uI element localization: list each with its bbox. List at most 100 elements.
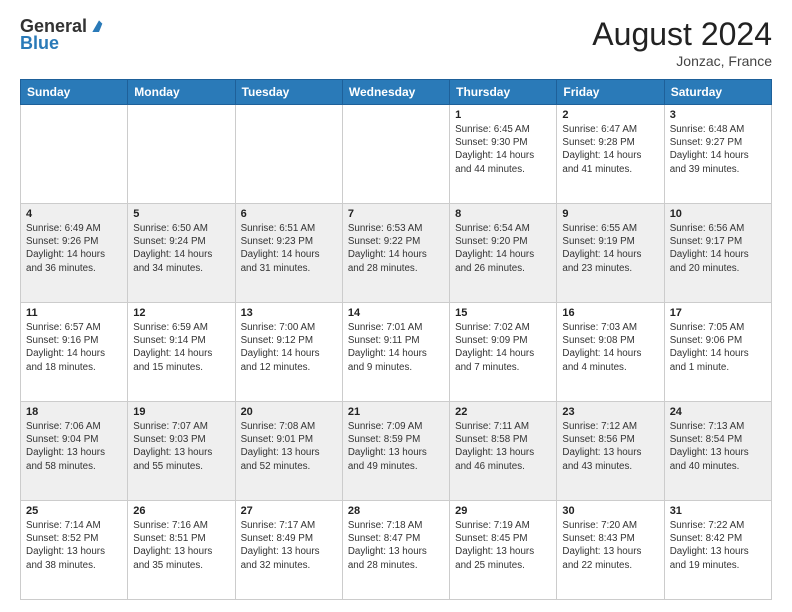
logo-icon: [89, 17, 109, 37]
day-info: Sunrise: 7:17 AM Sunset: 8:49 PM Dayligh…: [241, 519, 337, 572]
calendar-cell-5-2: 26Sunrise: 7:16 AM Sunset: 8:51 PM Dayli…: [128, 501, 235, 600]
day-info: Sunrise: 7:19 AM Sunset: 8:45 PM Dayligh…: [455, 519, 551, 572]
day-number: 16: [562, 307, 658, 319]
day-info: Sunrise: 6:48 AM Sunset: 9:27 PM Dayligh…: [670, 123, 766, 176]
day-number: 25: [26, 505, 122, 517]
calendar-header-friday: Friday: [557, 80, 664, 105]
day-info: Sunrise: 6:49 AM Sunset: 9:26 PM Dayligh…: [26, 222, 122, 275]
day-info: Sunrise: 7:06 AM Sunset: 9:04 PM Dayligh…: [26, 420, 122, 473]
day-number: 17: [670, 307, 766, 319]
calendar-cell-5-6: 30 Sunrise: 7:20 AM Sunset: 8:43 PM Dayli…: [557, 501, 664, 600]
calendar-cell-4-7: 24Sunrise: 7:13 AM Sunset: 8:54 PM Dayli…: [664, 402, 771, 501]
day-info: Sunrise: 6:50 AM Sunset: 9:24 PM Dayligh…: [133, 222, 229, 275]
calendar-week-1: 1Sunrise: 6:45 AM Sunset: 9:30 PM Daylig…: [21, 105, 772, 204]
day-number: 31: [670, 505, 766, 517]
calendar-header-wednesday: Wednesday: [342, 80, 449, 105]
day-info: Sunrise: 7:09 AM Sunset: 8:59 PM Dayligh…: [348, 420, 444, 473]
header: General Blue August 2024 Jonzac, France: [20, 16, 772, 69]
calendar-cell-3-5: 15 Sunrise: 7:02 AM Sunset: 9:09 PM Dayli…: [450, 303, 557, 402]
day-number: 22: [455, 406, 551, 418]
day-number: 12: [133, 307, 229, 319]
day-number: 28: [348, 505, 444, 517]
day-info: Sunrise: 6:55 AM Sunset: 9:19 PM Dayligh…: [562, 222, 658, 275]
calendar-cell-1-5: 1Sunrise: 6:45 AM Sunset: 9:30 PM Daylig…: [450, 105, 557, 204]
day-number: 6: [241, 208, 337, 220]
day-info: Sunrise: 6:53 AM Sunset: 9:22 PM Dayligh…: [348, 222, 444, 275]
calendar-cell-5-7: 31 Sunrise: 7:22 AM Sunset: 8:42 PM Dayli…: [664, 501, 771, 600]
calendar-week-3: 11 Sunrise: 6:57 AM Sunset: 9:16 PM Dayli…: [21, 303, 772, 402]
calendar-table: SundayMondayTuesdayWednesdayThursdayFrid…: [20, 79, 772, 600]
page: General Blue August 2024 Jonzac, France …: [0, 0, 792, 612]
day-info: Sunrise: 7:03 AM Sunset: 9:08 PM Dayligh…: [562, 321, 658, 374]
day-info: Sunrise: 7:08 AM Sunset: 9:01 PM Dayligh…: [241, 420, 337, 473]
day-number: 2: [562, 109, 658, 121]
day-info: Sunrise: 6:57 AM Sunset: 9:16 PM Dayligh…: [26, 321, 122, 374]
day-info: Sunrise: 6:54 AM Sunset: 9:20 PM Dayligh…: [455, 222, 551, 275]
calendar-cell-3-6: 16 Sunrise: 7:03 AM Sunset: 9:08 PM Dayli…: [557, 303, 664, 402]
calendar-cell-2-4: 7 Sunrise: 6:53 AM Sunset: 9:22 PM Daylig…: [342, 204, 449, 303]
calendar-cell-2-7: 10 Sunrise: 6:56 AM Sunset: 9:17 PM Dayli…: [664, 204, 771, 303]
day-number: 30: [562, 505, 658, 517]
day-number: 14: [348, 307, 444, 319]
day-number: 29: [455, 505, 551, 517]
day-number: 15: [455, 307, 551, 319]
calendar-cell-3-4: 14 Sunrise: 7:01 AM Sunset: 9:11 PM Dayli…: [342, 303, 449, 402]
day-number: 7: [348, 208, 444, 220]
calendar-cell-3-2: 12Sunrise: 6:59 AM Sunset: 9:14 PM Dayli…: [128, 303, 235, 402]
calendar-cell-1-2: [128, 105, 235, 204]
calendar-cell-2-1: 4 Sunrise: 6:49 AM Sunset: 9:26 PM Daylig…: [21, 204, 128, 303]
calendar-week-5: 25 Sunrise: 7:14 AM Sunset: 8:52 PM Dayli…: [21, 501, 772, 600]
day-info: Sunrise: 6:47 AM Sunset: 9:28 PM Dayligh…: [562, 123, 658, 176]
day-number: 11: [26, 307, 122, 319]
calendar-cell-1-4: [342, 105, 449, 204]
logo: General Blue: [20, 16, 109, 54]
day-number: 19: [133, 406, 229, 418]
calendar-cell-1-3: [235, 105, 342, 204]
calendar-cell-1-6: 2 Sunrise: 6:47 AM Sunset: 9:28 PM Daylig…: [557, 105, 664, 204]
day-info: Sunrise: 7:02 AM Sunset: 9:09 PM Dayligh…: [455, 321, 551, 374]
day-info: Sunrise: 7:07 AM Sunset: 9:03 PM Dayligh…: [133, 420, 229, 473]
calendar-week-4: 18 Sunrise: 7:06 AM Sunset: 9:04 PM Dayli…: [21, 402, 772, 501]
day-number: 23: [562, 406, 658, 418]
calendar-header-row: SundayMondayTuesdayWednesdayThursdayFrid…: [21, 80, 772, 105]
title-block: August 2024 Jonzac, France: [592, 16, 772, 69]
calendar-header-monday: Monday: [128, 80, 235, 105]
calendar-week-2: 4 Sunrise: 6:49 AM Sunset: 9:26 PM Daylig…: [21, 204, 772, 303]
calendar-cell-4-2: 19 Sunrise: 7:07 AM Sunset: 9:03 PM Dayli…: [128, 402, 235, 501]
calendar-header-sunday: Sunday: [21, 80, 128, 105]
day-info: Sunrise: 6:45 AM Sunset: 9:30 PM Dayligh…: [455, 123, 551, 176]
calendar-cell-5-5: 29 Sunrise: 7:19 AM Sunset: 8:45 PM Dayli…: [450, 501, 557, 600]
calendar-header-saturday: Saturday: [664, 80, 771, 105]
calendar-cell-2-5: 8 Sunrise: 6:54 AM Sunset: 9:20 PM Daylig…: [450, 204, 557, 303]
day-info: Sunrise: 7:12 AM Sunset: 8:56 PM Dayligh…: [562, 420, 658, 473]
day-info: Sunrise: 7:01 AM Sunset: 9:11 PM Dayligh…: [348, 321, 444, 374]
day-info: Sunrise: 7:22 AM Sunset: 8:42 PM Dayligh…: [670, 519, 766, 572]
calendar-cell-3-3: 13Sunrise: 7:00 AM Sunset: 9:12 PM Dayli…: [235, 303, 342, 402]
day-info: Sunrise: 7:00 AM Sunset: 9:12 PM Dayligh…: [241, 321, 337, 374]
day-number: 3: [670, 109, 766, 121]
calendar-cell-5-4: 28Sunrise: 7:18 AM Sunset: 8:47 PM Dayli…: [342, 501, 449, 600]
day-info: Sunrise: 7:13 AM Sunset: 8:54 PM Dayligh…: [670, 420, 766, 473]
day-number: 9: [562, 208, 658, 220]
day-number: 4: [26, 208, 122, 220]
calendar-cell-2-6: 9 Sunrise: 6:55 AM Sunset: 9:19 PM Daylig…: [557, 204, 664, 303]
logo-blue: Blue: [20, 33, 59, 54]
calendar-cell-4-1: 18 Sunrise: 7:06 AM Sunset: 9:04 PM Dayli…: [21, 402, 128, 501]
month-title: August 2024: [592, 16, 772, 53]
day-info: Sunrise: 7:20 AM Sunset: 8:43 PM Dayligh…: [562, 519, 658, 572]
calendar-cell-1-1: [21, 105, 128, 204]
calendar-cell-5-3: 27 Sunrise: 7:17 AM Sunset: 8:49 PM Dayli…: [235, 501, 342, 600]
day-number: 10: [670, 208, 766, 220]
calendar-header-tuesday: Tuesday: [235, 80, 342, 105]
calendar-cell-4-5: 22Sunrise: 7:11 AM Sunset: 8:58 PM Dayli…: [450, 402, 557, 501]
day-number: 26: [133, 505, 229, 517]
day-info: Sunrise: 6:51 AM Sunset: 9:23 PM Dayligh…: [241, 222, 337, 275]
calendar-cell-5-1: 25 Sunrise: 7:14 AM Sunset: 8:52 PM Dayli…: [21, 501, 128, 600]
day-info: Sunrise: 7:14 AM Sunset: 8:52 PM Dayligh…: [26, 519, 122, 572]
day-info: Sunrise: 6:56 AM Sunset: 9:17 PM Dayligh…: [670, 222, 766, 275]
day-number: 8: [455, 208, 551, 220]
calendar-cell-4-6: 23 Sunrise: 7:12 AM Sunset: 8:56 PM Dayli…: [557, 402, 664, 501]
day-number: 18: [26, 406, 122, 418]
calendar-cell-3-7: 17Sunrise: 7:05 AM Sunset: 9:06 PM Dayli…: [664, 303, 771, 402]
day-number: 27: [241, 505, 337, 517]
